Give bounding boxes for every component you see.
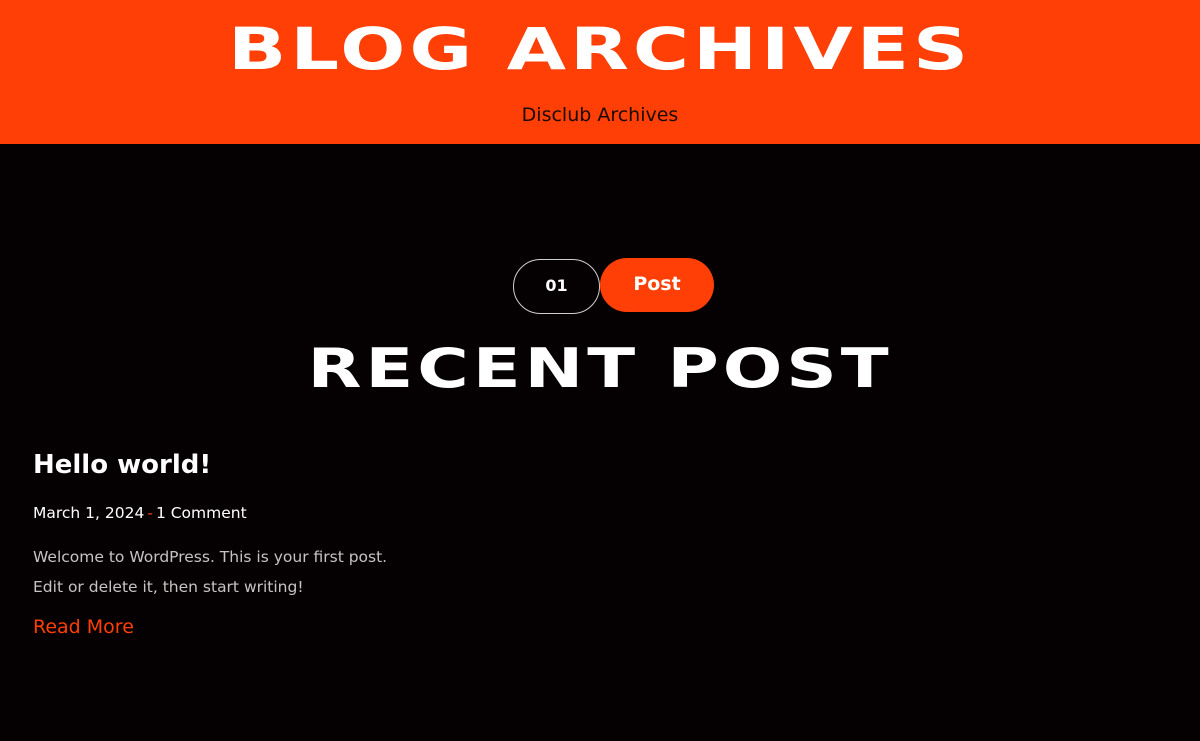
post-excerpt: Welcome to WordPress. This is your first… xyxy=(33,548,388,596)
post-meta: March 1, 2024-1 Comment xyxy=(33,502,393,524)
section-title: RECENT POST xyxy=(307,337,893,400)
post-date-link[interactable]: March 1, 2024 xyxy=(33,504,144,522)
read-more-link[interactable]: Read More xyxy=(33,613,134,641)
post-title-link[interactable]: Hello world! xyxy=(33,444,393,486)
meta-separator: - xyxy=(147,504,153,522)
main-content: 01 Post RECENT POST Hello world! March 1… xyxy=(0,144,1200,741)
section-number-badge: 01 xyxy=(513,259,600,314)
page-title: BLOG ARCHIVES xyxy=(227,15,973,83)
post-comments-link[interactable]: 1 Comment xyxy=(156,504,247,522)
post-card: Hello world! March 1, 2024-1 Comment Wel… xyxy=(33,444,393,641)
section-badges: 01 Post xyxy=(0,258,1200,314)
post-title-text[interactable]: Hello world! xyxy=(33,450,211,480)
breadcrumb: Disclub Archives xyxy=(521,104,679,126)
section-label-badge: Post xyxy=(600,258,714,312)
archive-hero: BLOG ARCHIVES Disclub Archives xyxy=(0,0,1200,144)
